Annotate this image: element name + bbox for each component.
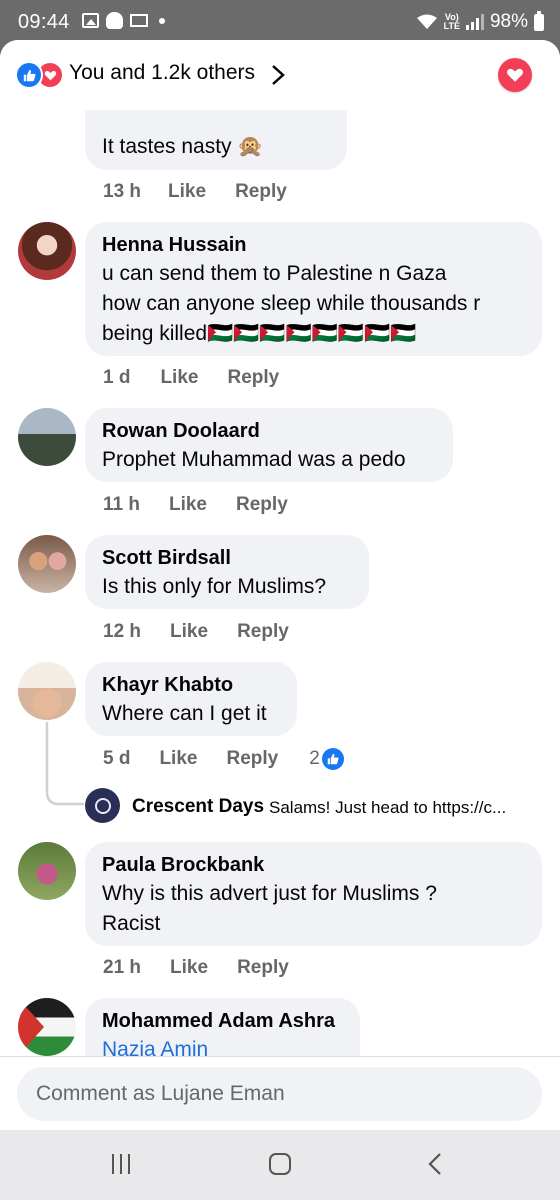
snapchat-icon [106,12,123,29]
like-button[interactable]: Like [168,181,206,203]
reply-button[interactable]: Reply [226,748,278,770]
comment-text-line: Where can I get it [102,702,267,725]
comment-actions: 1 d Like Reply [103,367,279,389]
comment-time: 21 h [103,957,142,978]
mail-icon [130,14,148,27]
reply-author[interactable]: Crescent Days [132,796,264,818]
signal-icon [465,14,484,30]
avatar[interactable] [18,662,76,720]
comment-actions: 11 h Like Reply [103,494,288,516]
like-reaction-icon [15,61,43,89]
battery-icon [534,10,544,31]
back-icon[interactable] [428,1152,442,1176]
comment-text: It tastes nasty 🙊 [102,135,264,158]
comment-author[interactable]: Scott Birdsall [102,547,231,570]
more-notifications-icon [159,17,165,24]
crescent-days-avatar [85,788,120,823]
comment-author[interactable]: Henna Hussain [102,234,246,257]
like-button[interactable]: Like [170,621,208,643]
reply-button[interactable]: Reply [227,367,279,389]
comment-time: 1 d [103,367,131,388]
notification-icons [82,12,165,29]
avatar[interactable] [18,842,76,900]
comment-text-line: Prophet Muhammad was a pedo [102,448,406,471]
avatar[interactable] [18,998,76,1056]
like-button[interactable]: Like [159,748,197,770]
reaction-count[interactable]: 2 [309,748,320,770]
comment-actions: 21 h Like Reply [103,957,289,979]
reply-text: Salams! Just head to https://c... [269,798,507,817]
home-button[interactable] [269,1153,291,1175]
clock: 09:44 [18,11,70,33]
comment-time: 5 d [103,748,131,769]
comment-author[interactable]: Paula Brockbank [102,854,264,877]
recent-apps-button[interactable] [112,1154,130,1174]
comment-text-line: u can send them to Palestine n Gaza [102,262,447,285]
like-count-icon [321,748,344,770]
comment-time: 11 h [103,494,140,515]
like-button[interactable]: Like [160,367,198,389]
heart-icon [507,68,523,82]
comment-text-line: being killed🇵🇸🇵🇸🇵🇸🇵🇸🇵🇸🇵🇸🇵🇸🇵🇸 [102,322,417,345]
comment-actions: 5 d Like Reply 2 [103,748,344,770]
reactions-summary-icons[interactable] [15,61,64,89]
comment-text-line: Is this only for Muslims? [102,575,327,598]
avatar[interactable] [18,535,76,593]
reply-preview[interactable]: Crescent Days Salams! Just head to https… [85,788,555,824]
comment-author[interactable]: Mohammed Adam Ashra [102,1010,335,1033]
comment-input[interactable]: Comment as Lujane Eman [17,1067,542,1121]
comment-composer: Comment as Lujane Eman [0,1056,560,1130]
system-nav-bar [0,1130,560,1200]
reply-button[interactable]: Reply [235,181,287,203]
reactions-summary-text[interactable]: You and 1.2k others [69,61,255,85]
love-reaction-button[interactable] [498,58,532,92]
reply-button[interactable]: Reply [237,957,289,979]
like-button[interactable]: Like [170,957,208,979]
comment-text-line: Why is this advert just for Muslims ? [102,882,437,905]
comment-actions: 12 h Like Reply [103,621,289,643]
reply-button[interactable]: Reply [236,494,288,516]
comment-author[interactable]: Rowan Doolaard [102,420,260,443]
comment-text-line: Racist [102,912,161,935]
reply-button[interactable]: Reply [237,621,289,643]
comment-author[interactable]: Khayr Khabto [102,674,233,697]
comment-time: 12 h [103,621,142,642]
chevron-right-icon[interactable] [271,64,285,86]
system-icons: Vo) LTE 98% [416,10,544,33]
avatar[interactable] [18,408,76,466]
gallery-icon [82,13,99,28]
sheet-header: You and 1.2k others [0,40,560,110]
comments-sheet: You and 1.2k others It tastes nasty 🙊 13… [0,40,560,1130]
comment-actions: 13 h Like Reply [103,181,287,203]
comment-text-line: how can anyone sleep while thousands r [102,292,481,315]
like-button[interactable]: Like [169,494,207,516]
status-bar: 09:44 Vo) LTE 98% [0,0,560,40]
comment-time: 13 h [103,181,142,202]
battery-percent: 98% [489,11,528,32]
avatar[interactable] [18,222,76,280]
volte-indicator: Vo) LTE [443,12,460,31]
wifi-icon [416,14,437,29]
